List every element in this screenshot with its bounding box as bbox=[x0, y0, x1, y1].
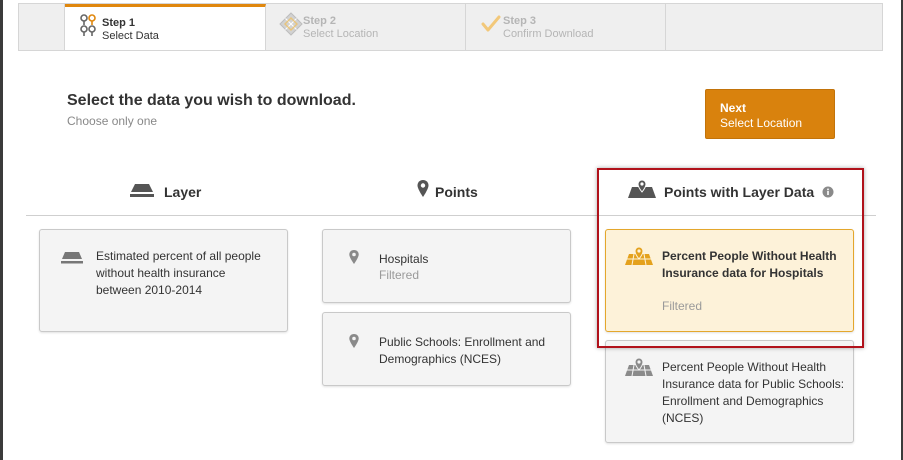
page-subtitle: Choose only one bbox=[67, 114, 158, 128]
column-header-label: Points bbox=[435, 184, 478, 200]
map-pin-layer-icon bbox=[624, 246, 654, 271]
card-subtitle: Filtered bbox=[379, 268, 420, 282]
checkmark-icon bbox=[480, 13, 502, 39]
step-name: Select Location bbox=[303, 28, 379, 40]
card-title: Hospitals bbox=[379, 252, 429, 266]
map-pins-icon bbox=[79, 13, 101, 39]
layer-stack-icon bbox=[129, 184, 155, 201]
layer-stack-icon bbox=[60, 251, 84, 269]
map-pin-icon bbox=[348, 333, 360, 355]
column-header-layer: Layer bbox=[129, 178, 249, 206]
next-button-sublabel: Select Location bbox=[720, 116, 803, 130]
points-layer-option-card-selected[interactable]: Percent People Without Health Insurance … bbox=[605, 229, 854, 332]
step-confirm-download[interactable]: Step 3 Confirm Download bbox=[466, 4, 666, 50]
layer-option-card[interactable]: Estimated percent of all people without … bbox=[39, 229, 288, 332]
points-layer-option-card[interactable]: Percent People Without Health Insurance … bbox=[605, 340, 854, 443]
step-name: Confirm Download bbox=[503, 28, 594, 40]
column-header-points: Points bbox=[414, 178, 534, 206]
map-pin-layer-icon bbox=[627, 179, 657, 202]
card-subtitle: Filtered bbox=[662, 299, 703, 313]
next-button[interactable]: Next Select Location bbox=[705, 89, 835, 139]
header-divider bbox=[26, 215, 876, 216]
card-title: Percent People Without Health Insurance … bbox=[662, 249, 837, 280]
column-header-points-with-layer: Points with Layer Data bbox=[627, 178, 842, 206]
step-number: Step 1 bbox=[102, 17, 136, 29]
step-select-location[interactable]: Step 2 Select Location bbox=[266, 4, 466, 50]
info-icon[interactable] bbox=[822, 185, 834, 201]
steps-spacer bbox=[19, 4, 65, 50]
column-header-label: Layer bbox=[164, 184, 202, 200]
step-number: Step 3 bbox=[503, 15, 537, 27]
card-title: Estimated percent of all people without … bbox=[96, 249, 261, 297]
page-title: Select the data you wish to download. bbox=[67, 92, 356, 109]
map-grid-icon bbox=[279, 12, 303, 39]
step-select-data[interactable]: Step 1 Select Data bbox=[65, 4, 266, 50]
points-option-card[interactable]: Public Schools: Enrollment and Demograph… bbox=[322, 312, 571, 386]
map-pin-icon bbox=[348, 249, 360, 271]
column-header-label: Points with Layer Data bbox=[664, 184, 815, 200]
download-wizard-modal: Step 1 Select Data Step 2 Select Locatio… bbox=[3, 0, 901, 460]
step-number: Step 2 bbox=[303, 15, 337, 27]
step-name: Select Data bbox=[102, 30, 159, 42]
map-pin-layer-icon bbox=[624, 357, 654, 382]
wizard-steps-bar: Step 1 Select Data Step 2 Select Locatio… bbox=[18, 3, 883, 51]
next-button-label: Next bbox=[720, 101, 747, 115]
points-option-card[interactable]: Hospitals Filtered bbox=[322, 229, 571, 303]
card-title: Percent People Without Health Insurance … bbox=[662, 360, 845, 425]
card-title: Public Schools: Enrollment and Demograph… bbox=[379, 335, 546, 366]
map-pin-icon bbox=[416, 179, 430, 202]
